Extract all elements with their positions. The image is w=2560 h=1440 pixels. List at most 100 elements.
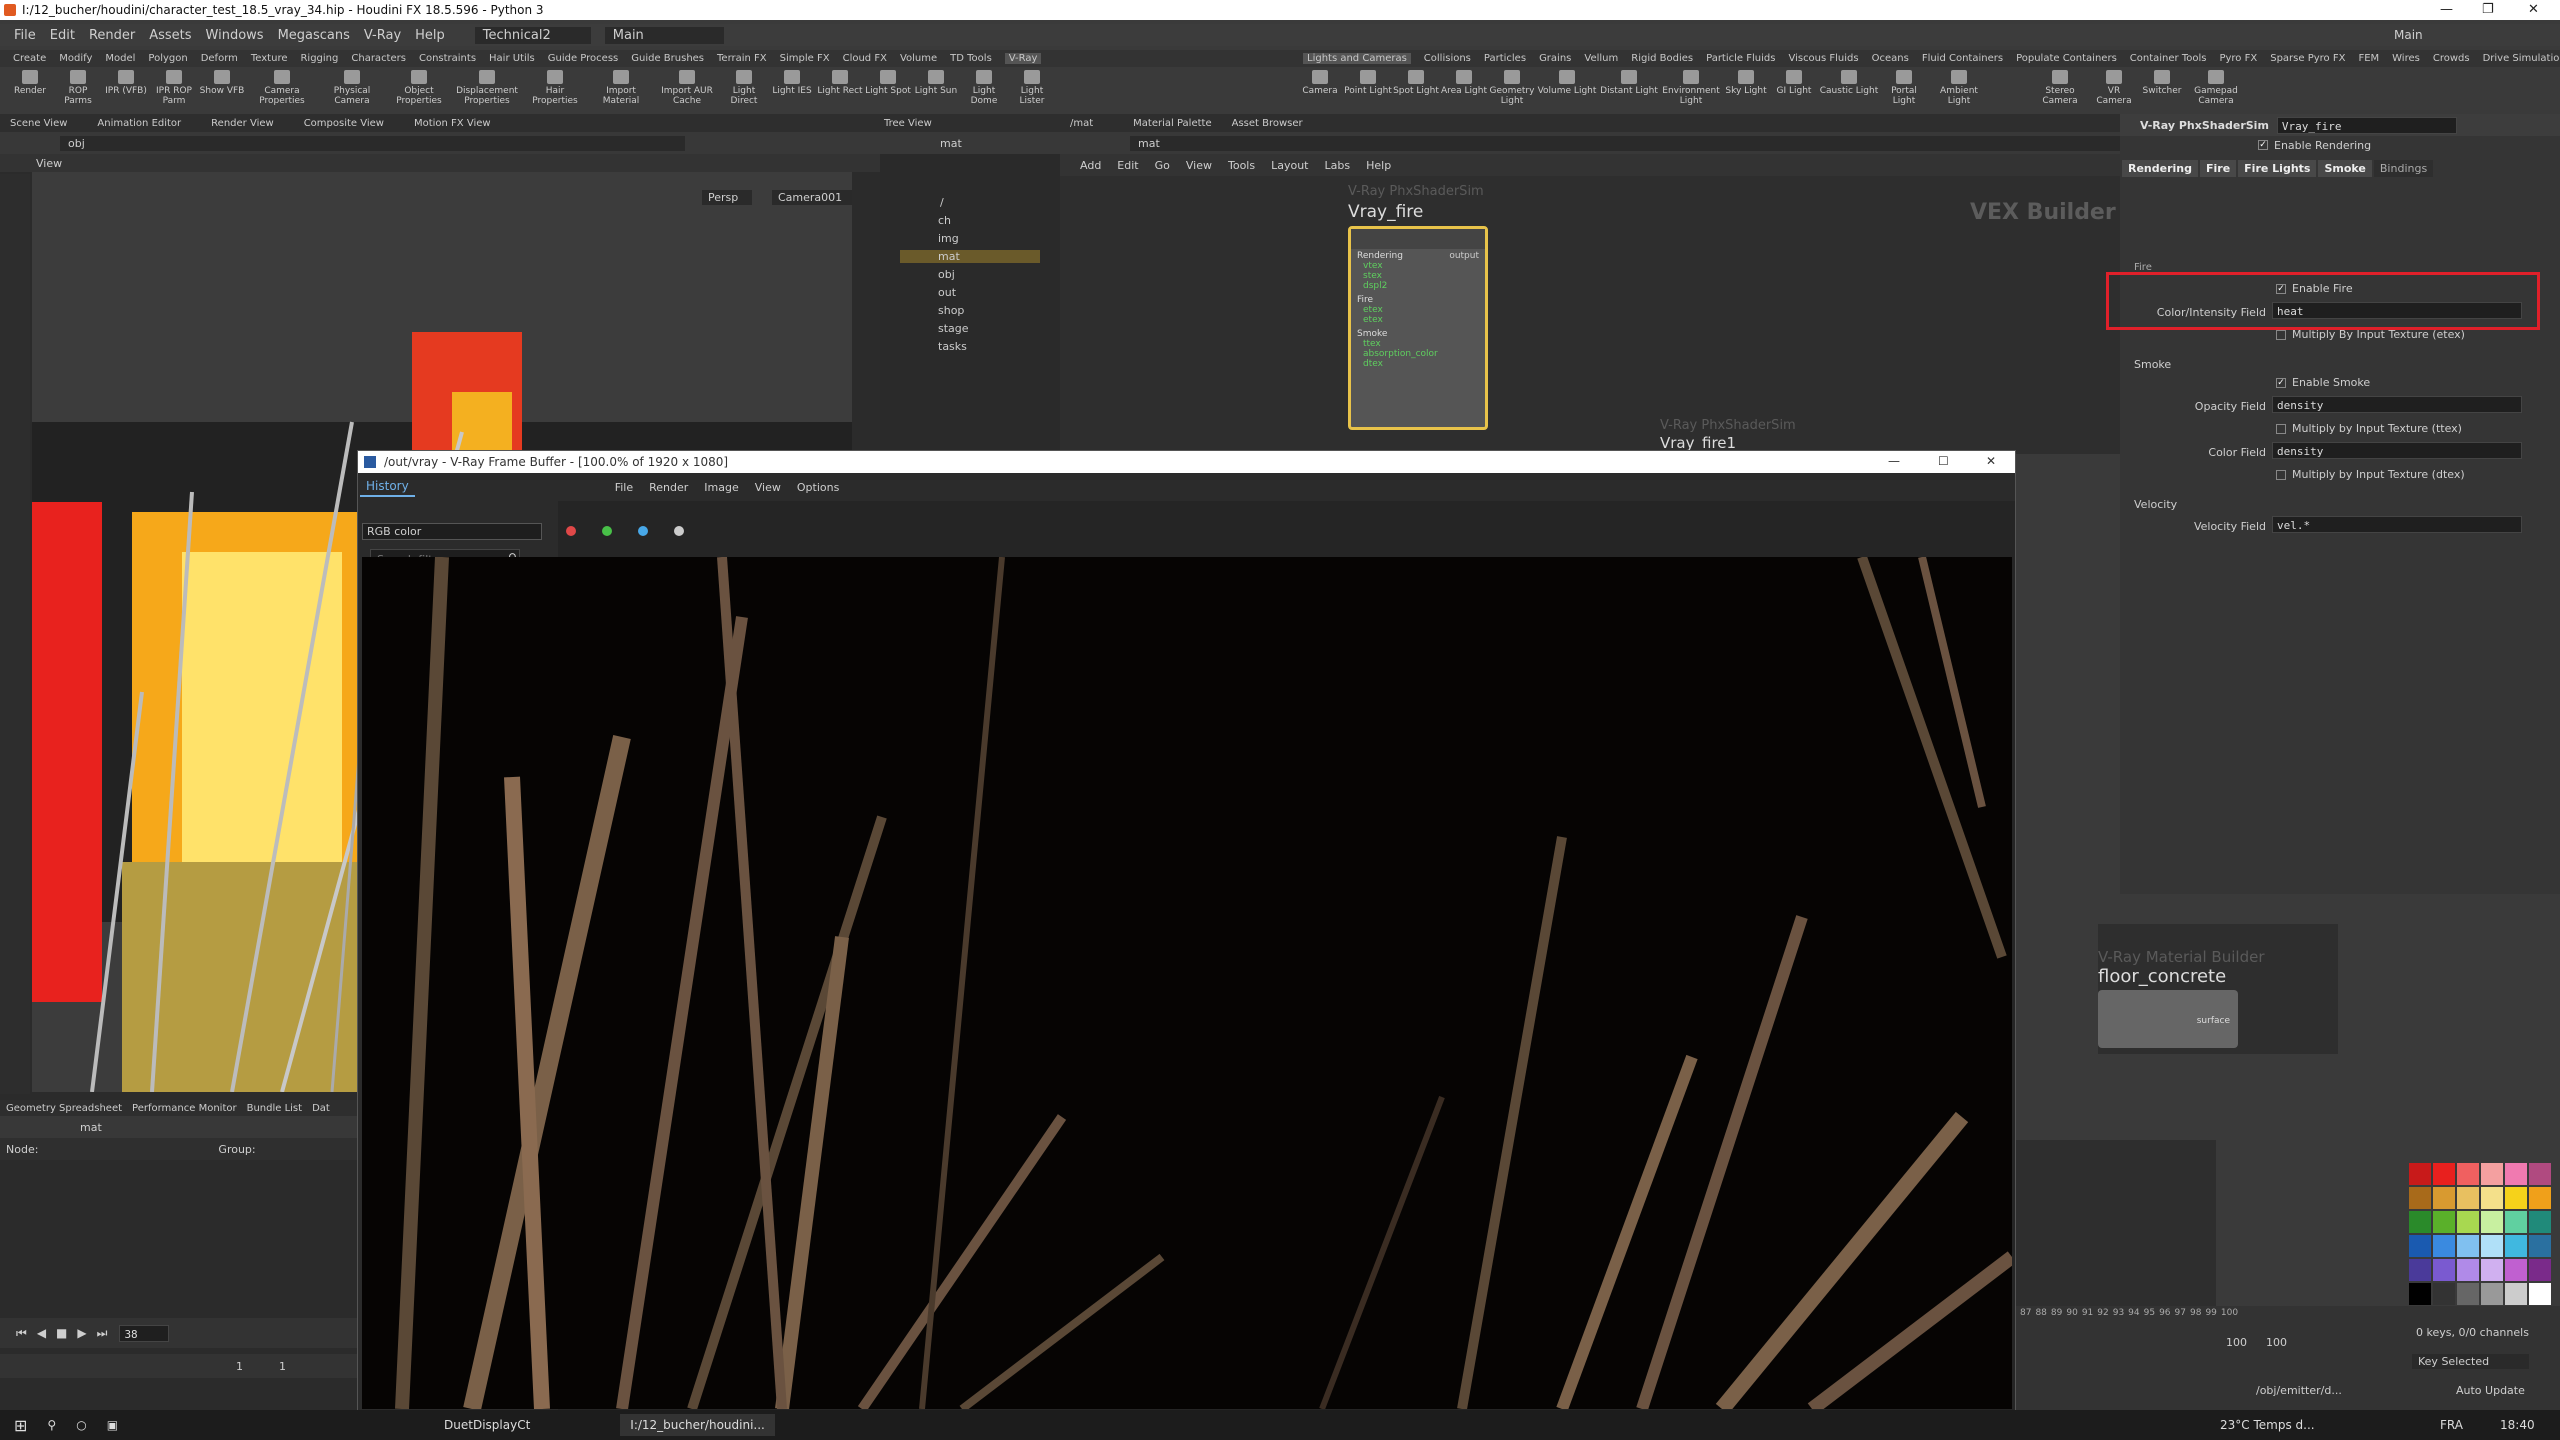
port-ttex[interactable]: ttex bbox=[1363, 339, 1485, 349]
swatch[interactable] bbox=[2457, 1211, 2479, 1233]
area-light-tool[interactable]: Area Light bbox=[1440, 70, 1488, 96]
tree-path[interactable]: mat bbox=[940, 137, 962, 150]
blue-channel-button[interactable] bbox=[638, 526, 649, 536]
render-tool[interactable]: Render bbox=[6, 70, 54, 96]
light-spot-tool[interactable]: Light Spot bbox=[864, 70, 912, 96]
net-menu-add[interactable]: Add bbox=[1080, 159, 1101, 172]
port-etex[interactable]: etex bbox=[1363, 305, 1485, 315]
shelf-tab-lights[interactable]: Lights and Cameras bbox=[1303, 53, 1411, 64]
shelf-tab[interactable]: Model bbox=[105, 53, 135, 64]
ipr-rop-parm-tool[interactable]: IPR ROP Parm bbox=[150, 70, 198, 106]
range-start-2[interactable]: 1 bbox=[279, 1360, 286, 1373]
language-label[interactable]: FRA bbox=[2440, 1418, 2463, 1432]
geometry-light-tool[interactable]: Geometry Light bbox=[1488, 70, 1536, 106]
swatch[interactable] bbox=[2505, 1259, 2527, 1281]
step-back-button[interactable]: ◀ bbox=[37, 1326, 46, 1340]
vfb-menu-image[interactable]: Image bbox=[704, 481, 738, 494]
camera-menu[interactable]: Camera001 bbox=[772, 190, 852, 205]
port-dspl2[interactable]: dspl2 bbox=[1363, 281, 1485, 291]
object-properties-tool[interactable]: Object Properties bbox=[386, 70, 452, 106]
rop-parms-tool[interactable]: ROP Parms bbox=[54, 70, 102, 106]
shelf-tab[interactable]: Particle Fluids bbox=[1706, 53, 1775, 64]
shelf-tab[interactable]: Simple FX bbox=[780, 53, 830, 64]
swatch[interactable] bbox=[2433, 1235, 2455, 1257]
swatch[interactable] bbox=[2457, 1163, 2479, 1185]
tab-scene-view[interactable]: Scene View bbox=[10, 118, 67, 129]
tab-composite-view[interactable]: Composite View bbox=[304, 118, 384, 129]
shelf-tab[interactable]: Collisions bbox=[1424, 53, 1471, 64]
swatch[interactable] bbox=[2457, 1283, 2479, 1305]
swatch[interactable] bbox=[2529, 1211, 2551, 1233]
displacement-properties-tool[interactable]: Displacement Properties bbox=[452, 70, 522, 106]
swatch[interactable] bbox=[2505, 1163, 2527, 1185]
light-rect-tool[interactable]: Light Rect bbox=[816, 70, 864, 96]
shelf-tab[interactable]: Polygon bbox=[148, 53, 187, 64]
context-select[interactable]: Main bbox=[604, 26, 724, 44]
swatch[interactable] bbox=[2529, 1235, 2551, 1257]
range-start[interactable]: 1 bbox=[236, 1360, 243, 1373]
swatch[interactable] bbox=[2457, 1187, 2479, 1209]
net-menu-labs[interactable]: Labs bbox=[1325, 159, 1351, 172]
tree-item-root[interactable]: / bbox=[940, 196, 944, 209]
port-surface[interactable]: surface bbox=[2197, 1016, 2230, 1026]
swatch[interactable] bbox=[2481, 1163, 2503, 1185]
tab-smoke[interactable]: Smoke bbox=[2318, 159, 2372, 177]
tab-fire[interactable]: Fire bbox=[2200, 159, 2237, 177]
menu-assets[interactable]: Assets bbox=[149, 28, 191, 43]
gamepad-camera-tool[interactable]: Gamepad Camera bbox=[2186, 70, 2246, 106]
shelf-tab[interactable]: Deform bbox=[201, 53, 238, 64]
vfb-menu-view[interactable]: View bbox=[755, 481, 781, 494]
search-icon[interactable]: ⚲ bbox=[47, 1418, 56, 1432]
floor-concrete-node[interactable]: surface bbox=[2098, 990, 2238, 1048]
shelf-tab[interactable]: Guide Brushes bbox=[631, 53, 704, 64]
clock-label[interactable]: 18:40 bbox=[2500, 1418, 2535, 1432]
swatch[interactable] bbox=[2433, 1187, 2455, 1209]
point-light-tool[interactable]: Point Light bbox=[1344, 70, 1392, 96]
swatch[interactable] bbox=[2433, 1211, 2455, 1233]
shelf-tab[interactable]: Grains bbox=[1539, 53, 1571, 64]
taskbar-app-houdini[interactable]: I:/12_bucher/houdini... bbox=[620, 1414, 775, 1436]
tree-item-img[interactable]: img bbox=[938, 232, 959, 245]
shelf-tab[interactable]: Fluid Containers bbox=[1922, 53, 2003, 64]
shelf-tab[interactable]: Volume bbox=[900, 53, 937, 64]
shelf-tab[interactable]: Sparse Pyro FX bbox=[2270, 53, 2345, 64]
shelf-tab[interactable]: Drive Simulation bbox=[2483, 53, 2560, 64]
swatch[interactable] bbox=[2409, 1211, 2431, 1233]
tab-bundle-list[interactable]: Bundle List bbox=[247, 1103, 302, 1114]
net-menu-layout[interactable]: Layout bbox=[1271, 159, 1308, 172]
color-palette[interactable] bbox=[2408, 1162, 2558, 1312]
swatch[interactable] bbox=[2505, 1211, 2527, 1233]
enable-smoke-checkbox[interactable]: ✓ bbox=[2276, 377, 2286, 388]
start-icon[interactable]: ⊞ bbox=[14, 1416, 27, 1435]
shelf-tab[interactable]: Terrain FX bbox=[717, 53, 767, 64]
tab-fire-lights[interactable]: Fire Lights bbox=[2238, 159, 2317, 177]
close-button[interactable]: ✕ bbox=[2528, 2, 2539, 17]
physical-camera-tool[interactable]: Physical Camera bbox=[318, 70, 386, 106]
vfb-menu-file[interactable]: File bbox=[615, 481, 633, 494]
caustic-light-tool[interactable]: Caustic Light bbox=[1818, 70, 1880, 96]
net-menu-edit[interactable]: Edit bbox=[1117, 159, 1138, 172]
parm-node-name-field[interactable]: Vray_fire bbox=[2276, 116, 2457, 134]
distant-light-tool[interactable]: Distant Light bbox=[1598, 70, 1660, 96]
last-frame-button[interactable]: ⏭ bbox=[97, 1326, 108, 1341]
camera-tool[interactable]: Camera bbox=[1296, 70, 1344, 96]
swatch[interactable] bbox=[2409, 1259, 2431, 1281]
tab-performance-monitor[interactable]: Performance Monitor bbox=[132, 1103, 237, 1114]
swatch[interactable] bbox=[2529, 1163, 2551, 1185]
stop-button[interactable]: ■ bbox=[56, 1326, 67, 1340]
net-menu-help[interactable]: Help bbox=[1366, 159, 1391, 172]
enable-rendering-checkbox[interactable]: ✓ bbox=[2258, 140, 2268, 150]
current-frame-field[interactable]: 38 bbox=[119, 1324, 170, 1342]
shelf-tab[interactable]: Cloud FX bbox=[843, 53, 887, 64]
net-menu-tools[interactable]: Tools bbox=[1228, 159, 1255, 172]
channel-select[interactable]: RGB color bbox=[362, 522, 543, 540]
port-stex[interactable]: stex bbox=[1363, 271, 1485, 281]
vfb-minimize-button[interactable]: — bbox=[1888, 454, 1900, 468]
portal-light-tool[interactable]: Portal Light bbox=[1880, 70, 1928, 106]
tab-animation-editor[interactable]: Animation Editor bbox=[97, 118, 181, 129]
tab-tree-view[interactable]: Tree View bbox=[884, 118, 932, 129]
tree-item-shop[interactable]: shop bbox=[938, 304, 964, 317]
show-vfb-tool[interactable]: Show VFB bbox=[198, 70, 246, 96]
range-end-2[interactable]: 100 bbox=[2266, 1336, 2287, 1349]
shelf-tab[interactable]: Vellum bbox=[1584, 53, 1618, 64]
